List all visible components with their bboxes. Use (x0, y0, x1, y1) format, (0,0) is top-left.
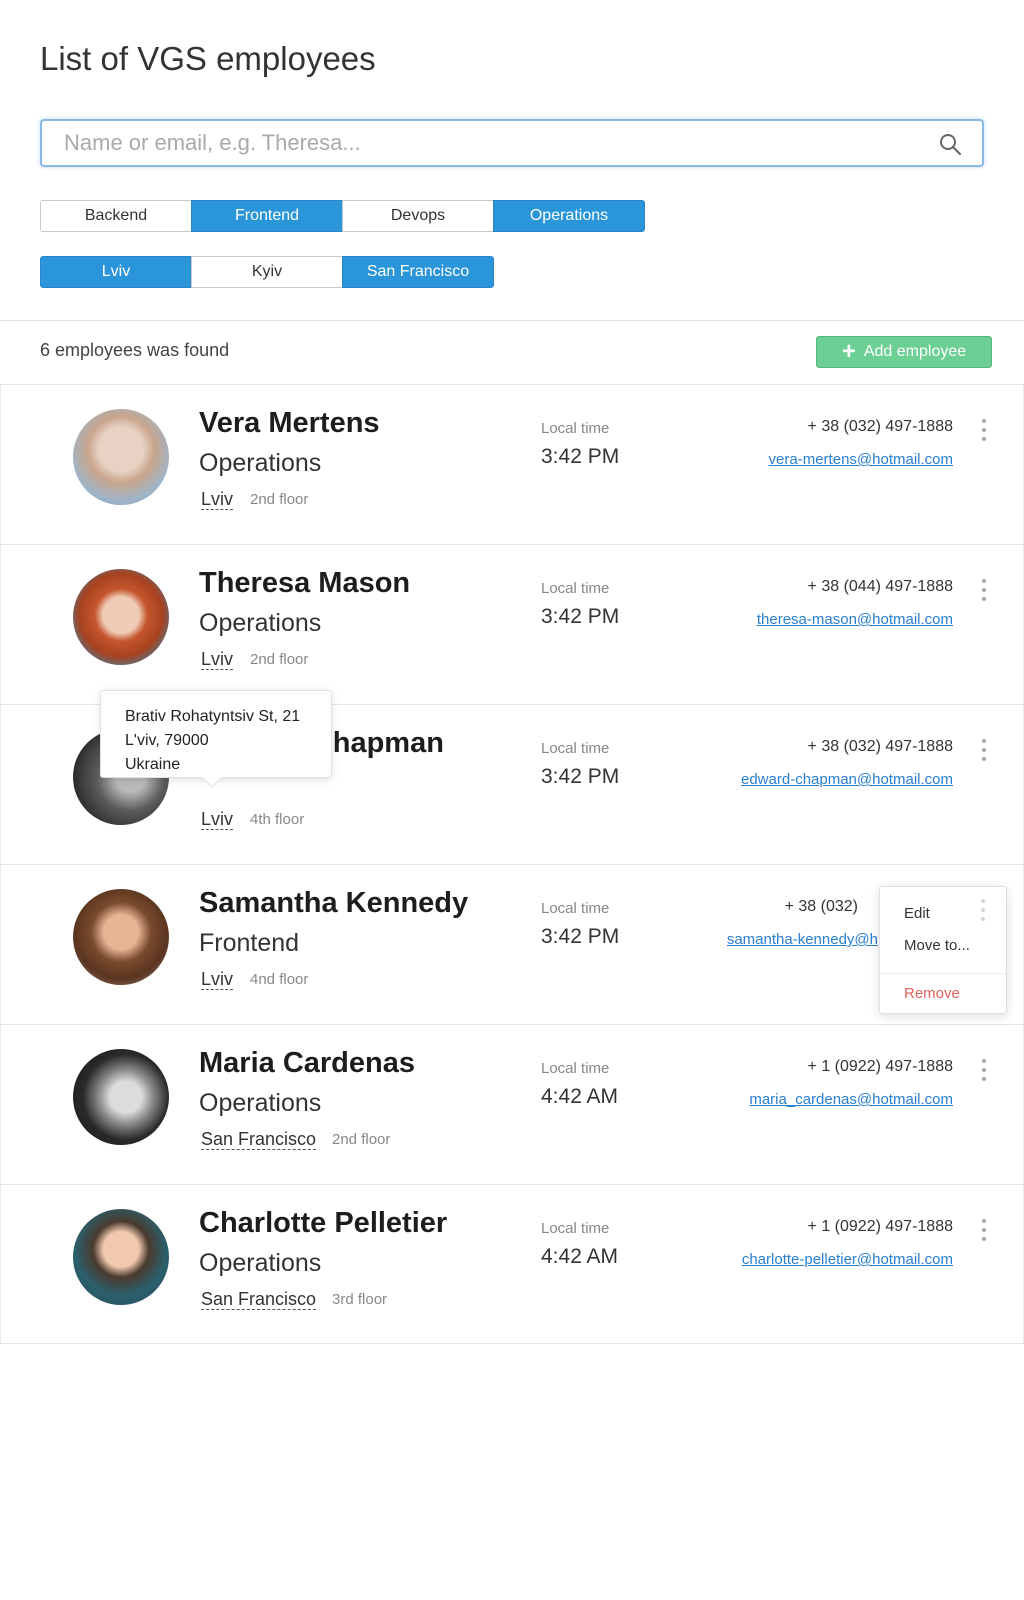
employee-email-link[interactable]: charlotte-pelletier@hotmail.com (742, 1251, 953, 1268)
employee-name: Vera Mertens (199, 407, 380, 439)
employee-email-link[interactable]: maria_cardenas@hotmail.com (749, 1091, 953, 1108)
employee-floor: 2nd floor (332, 1131, 391, 1148)
employee-floor: 2nd floor (250, 491, 309, 508)
more-options-icon[interactable] (976, 899, 990, 921)
employee-city-link[interactable]: Lviv (201, 969, 234, 990)
employee-floor: 4th floor (250, 811, 305, 828)
filter-lviv-button[interactable]: Lviv (40, 256, 192, 288)
local-time-label: Local time (541, 1220, 610, 1237)
department-filter: Backend Frontend Devops Operations (40, 200, 645, 232)
page-title: List of VGS employees (40, 40, 376, 77)
more-options-icon[interactable] (977, 1219, 991, 1241)
employee-row: Vera Mertens Operations Lviv 2nd floor L… (1, 384, 1023, 544)
menu-item-move-to[interactable]: Move to... (904, 937, 970, 954)
filter-kyiv-button[interactable]: Kyiv (191, 256, 343, 288)
avatar (73, 409, 169, 505)
employee-city-link[interactable]: San Francisco (201, 1289, 317, 1310)
avatar (73, 1209, 169, 1305)
avatar (73, 1049, 169, 1145)
local-time: 3:42 PM (541, 605, 620, 628)
avatar (73, 889, 169, 985)
employee-city-link[interactable]: Lviv (201, 649, 234, 670)
tooltip-city: L'viv, 79000 (125, 732, 209, 749)
menu-divider (880, 973, 1006, 974)
local-time: 3:42 PM (541, 925, 620, 948)
search-input[interactable] (42, 121, 982, 165)
employee-email-link[interactable]: edward-chapman@hotmail.com (741, 771, 953, 788)
more-options-icon[interactable] (977, 419, 991, 441)
employee-email-link[interactable]: vera-mertens@hotmail.com (769, 451, 953, 468)
avatar (73, 569, 169, 665)
local-time-label: Local time (541, 900, 610, 917)
employee-email-link[interactable]: theresa-mason@hotmail.com (757, 611, 953, 628)
local-time: 3:42 PM (541, 765, 620, 788)
local-time: 3:42 PM (541, 445, 620, 468)
employee-city-link[interactable]: Lviv (201, 489, 234, 510)
local-time-label: Local time (541, 740, 610, 757)
employee-row: Theresa Mason Operations Lviv 2nd floor … (1, 544, 1023, 704)
employee-phone: + 38 (032) 497-1888 (807, 738, 953, 755)
plus-icon: + (841, 338, 856, 365)
filter-operations-button[interactable]: Operations (493, 200, 645, 232)
employee-name: Maria Cardenas (199, 1047, 415, 1079)
employee-list: Vera Mertens Operations Lviv 2nd floor L… (0, 384, 1024, 1344)
employee-floor: 4nd floor (250, 971, 309, 988)
context-menu: Edit Move to... Remove (879, 886, 1007, 1014)
employee-phone: + 38 (032) (784, 898, 858, 915)
search-box (40, 119, 984, 167)
local-time-label: Local time (541, 420, 610, 437)
employee-floor: 2nd floor (250, 651, 309, 668)
filter-frontend-button[interactable]: Frontend (191, 200, 343, 232)
menu-item-edit[interactable]: Edit (904, 905, 930, 922)
divider (0, 320, 1024, 321)
tooltip-street: Brativ Rohatyntsiv St, 21 (125, 708, 301, 725)
more-options-icon[interactable] (977, 579, 991, 601)
employee-department: Frontend (199, 929, 300, 957)
employee-name: Theresa Mason (199, 567, 411, 599)
results-count: 6 employees was found (40, 340, 230, 360)
employee-phone: + 1 (0922) 497-1888 (807, 1058, 953, 1075)
employee-city-link[interactable]: San Francisco (201, 1129, 317, 1150)
add-employee-label: Add employee (863, 343, 967, 360)
employee-city-link[interactable]: Lviv (201, 809, 234, 830)
local-time: 4:42 AM (541, 1245, 619, 1268)
search-icon[interactable] (938, 132, 962, 156)
employee-phone: + 38 (032) 497-1888 (807, 418, 953, 435)
city-filter: Lviv Kyiv San Francisco (40, 256, 494, 288)
employee-email-link[interactable]: samantha-kennedy@h (727, 931, 878, 948)
filter-devops-button[interactable]: Devops (342, 200, 494, 232)
add-employee-button[interactable]: + Add employee (816, 336, 992, 368)
employee-phone: + 38 (044) 497-1888 (807, 578, 953, 595)
employee-department: Operations (199, 609, 322, 637)
employee-name: Samantha Kennedy (199, 887, 469, 919)
local-time-label: Local time (541, 580, 610, 597)
employee-floor: 3rd floor (332, 1291, 388, 1308)
employee-department: Operations (199, 449, 322, 477)
filter-san-francisco-button[interactable]: San Francisco (342, 256, 494, 288)
more-options-icon[interactable] (977, 1059, 991, 1081)
employee-row: Maria Cardenas Operations San Francisco … (1, 1024, 1023, 1184)
employee-department: Operations (199, 1089, 322, 1117)
menu-item-remove[interactable]: Remove (904, 985, 960, 1002)
local-time-label: Local time (541, 1060, 610, 1077)
employee-department: Operations (199, 1249, 322, 1277)
employee-row: Charlotte Pelletier Operations San Franc… (1, 1184, 1023, 1344)
employee-phone: + 1 (0922) 497-1888 (807, 1218, 953, 1235)
local-time: 4:42 AM (541, 1085, 619, 1108)
filter-backend-button[interactable]: Backend (40, 200, 192, 232)
employee-row: Samantha Kennedy Frontend Lviv 4nd floor… (1, 864, 1023, 1024)
more-options-icon[interactable] (977, 739, 991, 761)
address-tooltip: Brativ Rohatyntsiv St, 21 L'viv, 79000 U… (100, 690, 332, 788)
employee-name: Charlotte Pelletier (199, 1207, 448, 1239)
